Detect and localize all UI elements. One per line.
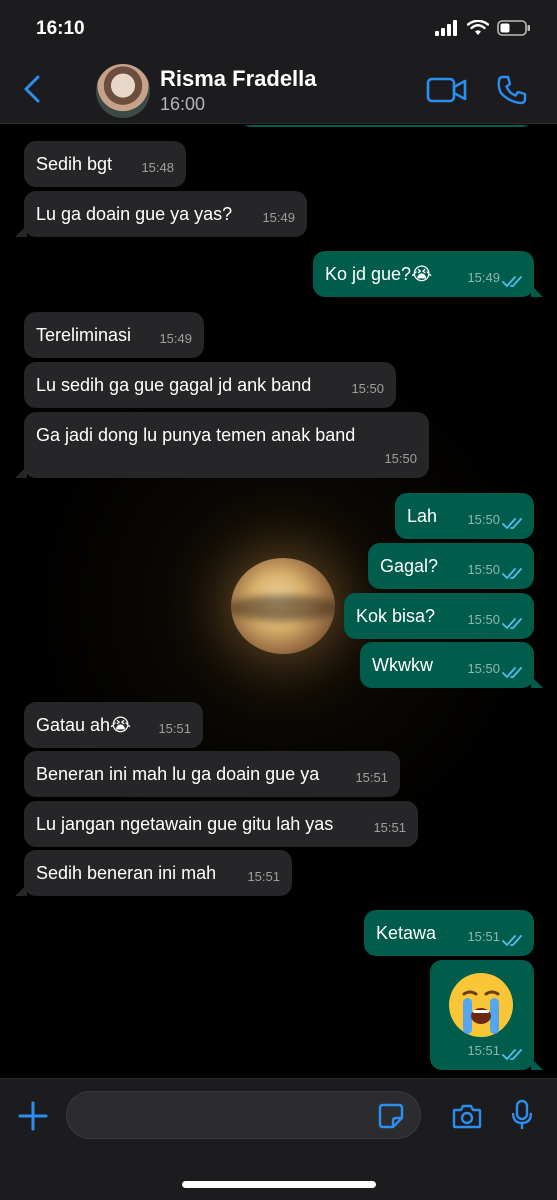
status-bar: 16:10: [0, 0, 557, 56]
message-time: 15:51: [467, 1043, 500, 1058]
double-check-icon: [502, 618, 522, 630]
message-time: 15:49: [159, 331, 192, 346]
phone-icon: [497, 75, 527, 105]
message-bubble[interactable]: Lah 15:50: [395, 493, 534, 539]
double-check-icon: [502, 667, 522, 679]
contact-name[interactable]: Risma Fradella: [160, 66, 317, 92]
attach-button[interactable]: [18, 1101, 48, 1131]
message-time: 15:50: [467, 612, 500, 627]
sticker-icon: [378, 1103, 404, 1129]
message-text: Beneran ini mah lu ga doain gue ya: [36, 764, 320, 784]
message-time: 15:51: [467, 929, 500, 944]
avatar[interactable]: [96, 64, 150, 118]
double-check-icon: [502, 568, 522, 580]
message-bubble[interactable]: Kok bisa? 15:50: [344, 593, 534, 639]
emoji-message-bubble[interactable]: 😭 15:51: [430, 960, 543, 1070]
message-bubble[interactable]: Lu sedih ga gue gagal jd ank band 15:50: [24, 362, 396, 408]
message-text: Lu jangan ngetawain gue gitu lah yas: [36, 814, 334, 834]
message-bubble[interactable]: Beneran ini mah lu ga doain gue ya 15:51: [24, 751, 400, 797]
message-time: 15:48: [141, 160, 174, 175]
plus-icon: [18, 1101, 48, 1131]
message-time: 15:50: [467, 661, 500, 676]
message-text: Kok bisa?: [356, 606, 436, 626]
message-time: 15:50: [384, 451, 417, 466]
chat-header: Risma Fradella 16:00: [0, 56, 557, 124]
chat-area[interactable]: Sedih bgt 15:48 Lu ga doain gue ya yas? …: [0, 125, 557, 1078]
video-camera-icon: [426, 77, 467, 103]
chevron-left-icon: [24, 75, 40, 103]
message-text: Gatau ah😭: [36, 715, 132, 735]
message-time: 15:49: [262, 210, 295, 225]
message-text: Lu sedih ga gue gagal jd ank band: [36, 375, 312, 395]
message-bubble[interactable]: Lu ga doain gue ya yas? 15:49: [15, 191, 307, 237]
message-text: Sedih bgt: [36, 154, 113, 174]
message-text: Ko jd gue?😭: [325, 264, 433, 284]
message-text: Tereliminasi: [36, 325, 132, 345]
sticker-button[interactable]: [378, 1103, 404, 1129]
message-bubble[interactable]: Lu jangan ngetawain gue gitu lah yas 15:…: [24, 801, 418, 847]
message-bubble[interactable]: Ga jadi dong lu punya temen anak band 15…: [15, 412, 429, 478]
wifi-icon: [467, 20, 489, 35]
message-text: Lu ga doain gue ya yas?: [36, 204, 233, 224]
message-text: Sedih beneran ini mah: [36, 863, 217, 883]
message-time: 15:51: [158, 721, 191, 736]
status-time: 16:10: [36, 18, 85, 39]
double-check-icon: [502, 276, 522, 288]
double-check-icon: [502, 1049, 522, 1061]
message-text: Gagal?: [380, 556, 439, 576]
video-call-button[interactable]: [426, 76, 468, 104]
partial-message-bubble: [240, 125, 533, 127]
home-indicator: [182, 1181, 376, 1188]
microphone-icon: [511, 1099, 533, 1129]
message-time: 15:51: [355, 770, 388, 785]
message-time: 15:50: [351, 381, 384, 396]
double-check-icon: [502, 935, 522, 947]
message-bubble[interactable]: Wkwkw 15:50: [360, 642, 543, 688]
message-bubble[interactable]: Gagal? 15:50: [368, 543, 534, 589]
double-check-icon: [502, 518, 522, 530]
message-bubble[interactable]: Sedih bgt 15:48: [24, 141, 186, 187]
voice-call-button[interactable]: [496, 74, 528, 106]
message-time: 15:51: [247, 869, 280, 884]
message-text: Wkwkw: [372, 655, 433, 675]
message-time: 15:51: [373, 820, 406, 835]
camera-icon: [452, 1104, 482, 1129]
microphone-button[interactable]: [511, 1099, 533, 1131]
message-composer: [0, 1078, 557, 1200]
message-text: Ga jadi dong lu punya temen anak band: [36, 425, 356, 445]
message-bubble[interactable]: Ketawa 15:51: [364, 910, 534, 956]
last-seen: 16:00: [160, 94, 206, 114]
signal-icon: [435, 20, 457, 36]
message-input[interactable]: [66, 1091, 421, 1139]
camera-button[interactable]: [452, 1103, 482, 1129]
message-time: 15:49: [467, 270, 500, 285]
status-icons: [435, 20, 531, 36]
message-bubble[interactable]: Tereliminasi 15:49: [24, 312, 204, 358]
battery-icon: [497, 20, 530, 36]
message-bubble[interactable]: Sedih beneran ini mah 15:51: [15, 850, 292, 896]
message-bubble[interactable]: Gatau ah😭 15:51: [24, 702, 203, 748]
message-text: Ketawa: [376, 923, 437, 943]
message-time: 15:50: [467, 512, 500, 527]
loudly-crying-face-icon: [449, 973, 513, 1037]
back-button[interactable]: [18, 72, 48, 106]
message-bubble[interactable]: Ko jd gue?😭 15:49: [313, 251, 543, 297]
message-time: 15:50: [467, 562, 500, 577]
message-text: Lah: [407, 506, 438, 526]
